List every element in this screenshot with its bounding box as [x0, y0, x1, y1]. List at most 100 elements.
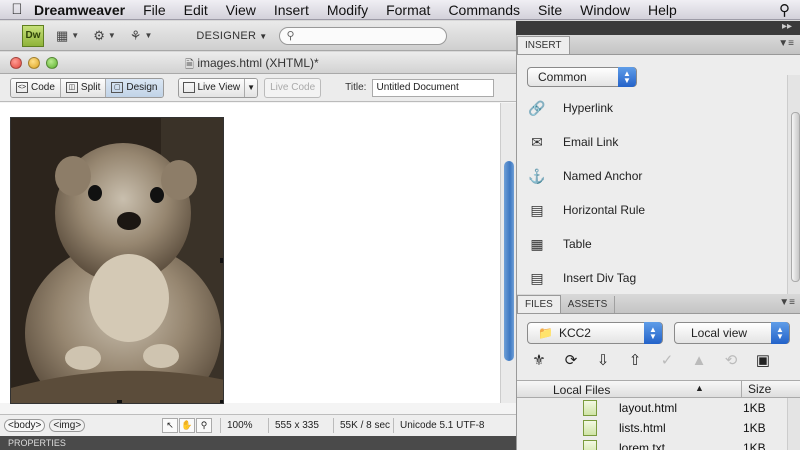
files-toolbar: ⚜ ⟳ ⇩ ⇧ ✓ ▲ ⟲ ▣	[525, 349, 781, 371]
insert-panel-scrollbar[interactable]	[787, 75, 800, 295]
live-view-icon	[182, 82, 195, 93]
select-stepper-icon: ▲ ▼	[771, 322, 789, 344]
zoom-level[interactable]: 100%	[220, 418, 253, 433]
live-code-button[interactable]: Live Code	[264, 77, 322, 98]
folder-icon: 📁	[538, 326, 553, 340]
named-anchor-icon: ⚓	[528, 167, 546, 184]
help-search-input[interactable]: ⚲	[279, 26, 448, 45]
menu-insert[interactable]: Insert	[274, 2, 309, 18]
scrollbar-thumb[interactable]	[504, 161, 514, 361]
insert-panel: Common ▲ ▼ 🔗 Hyperlink ✉ Email Link ⚓ Named …	[517, 55, 800, 295]
pointer-tool-icon[interactable]: ↖	[162, 418, 178, 433]
document-titlebar: 🗎 images.html (XHTML)*	[0, 52, 516, 74]
properties-panel-header[interactable]: PROPERTIES	[0, 436, 516, 450]
tab-files[interactable]: FILES	[517, 295, 561, 313]
insert-item-div-tag[interactable]: ▤ Insert Div Tag	[517, 261, 787, 295]
status-bar: <body> <img> ↖ ✋ ⚲ 100% 555 x 335 55K / …	[0, 414, 516, 436]
window-size[interactable]: 555 x 335	[268, 418, 319, 433]
synchronize-icon[interactable]: ⟲	[717, 349, 745, 371]
files-scrollbar[interactable]	[787, 398, 800, 450]
live-view-button[interactable]: Live View ▼	[177, 77, 259, 98]
insert-item-named-anchor[interactable]: ⚓ Named Anchor	[517, 159, 787, 193]
dreamweaver-logo: Dw	[22, 24, 44, 47]
panel-options-icon[interactable]: ▼≡	[779, 297, 795, 308]
selected-image[interactable]	[10, 117, 224, 404]
select-stepper-icon: ▲ ▼	[644, 322, 662, 344]
menu-commands[interactable]: Commands	[448, 2, 520, 18]
canvas-scrollbar[interactable]	[500, 103, 516, 403]
check-out-icon[interactable]: ✓	[653, 349, 681, 371]
apple-menu-icon[interactable]: 	[0, 1, 34, 18]
menu-view[interactable]: View	[226, 2, 256, 18]
document-title-input[interactable]	[372, 78, 495, 97]
insert-item-hyperlink[interactable]: 🔗 Hyperlink	[517, 91, 787, 125]
view-select[interactable]: Local view ▲ ▼	[674, 322, 790, 344]
connect-icon[interactable]: ⚜	[525, 349, 553, 371]
menu-site[interactable]: Site	[538, 2, 562, 18]
resize-handle-corner[interactable]	[220, 400, 223, 403]
document-toolbar: <> Code ◫ Split ▢ Design Live View ▼ Live C…	[0, 74, 516, 102]
code-icon: <>	[16, 82, 28, 93]
files-table-header: Local Files ▲ Size	[517, 380, 800, 398]
get-files-icon[interactable]: ⇩	[589, 349, 617, 371]
panel-dock-header: ▸▸	[516, 21, 800, 35]
table-icon: ▦	[530, 235, 544, 252]
site-hierarchy-icon[interactable]: ⚘ ▼	[130, 28, 153, 44]
div-tag-icon: ▤	[530, 269, 544, 286]
hand-tool-icon[interactable]: ✋	[179, 418, 195, 433]
menu-edit[interactable]: Edit	[184, 2, 208, 18]
menu-help[interactable]: Help	[648, 2, 677, 18]
file-row[interactable]: lorem.txt 1KB	[517, 438, 787, 450]
menu-format[interactable]: Format	[386, 2, 430, 18]
insert-panel-tabs: INSERT ▼≡	[517, 35, 800, 55]
status-tools: ↖ ✋ ⚲	[162, 418, 213, 433]
tab-assets[interactable]: ASSETS	[561, 296, 616, 313]
gear-icon[interactable]: ⚙ ▼	[93, 28, 116, 44]
workspace-switcher[interactable]: DESIGNER ▼	[196, 30, 267, 42]
insert-item-table[interactable]: ▦ Table	[517, 227, 787, 261]
insert-item-email-link[interactable]: ✉ Email Link	[517, 125, 787, 159]
document-tab-name: images.html (XHTML)*	[197, 56, 319, 70]
design-canvas[interactable]	[0, 103, 500, 404]
panel-options-icon[interactable]: ▼≡	[778, 38, 794, 49]
hyperlink-icon: 🔗	[528, 99, 546, 116]
file-row[interactable]: layout.html 1KB	[517, 398, 787, 418]
column-local-files[interactable]: Local Files	[553, 383, 610, 397]
menu-window[interactable]: Window	[580, 2, 630, 18]
html-file-icon	[583, 400, 597, 416]
check-in-icon[interactable]: ▲	[685, 349, 713, 371]
put-files-icon[interactable]: ⇧	[621, 349, 649, 371]
collapse-panels-icon[interactable]: ▸▸	[782, 21, 792, 32]
text-file-icon	[583, 440, 597, 450]
resize-handle-right[interactable]	[220, 258, 223, 263]
code-view-button[interactable]: <> Code	[11, 78, 61, 97]
file-row[interactable]: lists.html 1KB	[517, 418, 787, 438]
encoding: Unicode 5.1 UTF-8	[393, 418, 484, 433]
site-select[interactable]: 📁 KCC2 ▲ ▼	[527, 322, 663, 344]
tag-selector-img[interactable]: <img>	[49, 419, 86, 432]
split-view-button[interactable]: ◫ Split	[60, 78, 107, 97]
spotlight-search-icon[interactable]: ⚲	[779, 1, 790, 19]
html-file-icon	[583, 420, 597, 436]
menu-modify[interactable]: Modify	[327, 2, 368, 18]
column-size[interactable]: Size	[741, 381, 771, 397]
zoom-tool-icon[interactable]: ⚲	[196, 418, 212, 433]
insert-item-horizontal-rule[interactable]: ▤ Horizontal Rule	[517, 193, 787, 227]
menu-file[interactable]: File	[143, 2, 166, 18]
design-view-button[interactable]: ▢ Design	[106, 78, 163, 97]
menu-bar:  Dreamweaver File Edit View Insert Modi…	[0, 0, 800, 20]
expand-panel-icon[interactable]: ▣	[749, 349, 777, 371]
refresh-icon[interactable]: ⟳	[557, 349, 585, 371]
tag-selector-body[interactable]: <body>	[4, 419, 46, 432]
resize-handle-bottom[interactable]	[117, 400, 122, 403]
insert-category-select[interactable]: Common ▲ ▼	[527, 67, 637, 87]
scrollbar-thumb[interactable]	[791, 112, 800, 282]
files-panel-tabs: FILES ASSETS ▼≡	[517, 294, 800, 314]
tab-insert[interactable]: INSERT	[517, 36, 570, 54]
sort-ascending-icon[interactable]: ▲	[695, 383, 704, 393]
document-window: 🗎 images.html (XHTML)* <> Code ◫ Split ▢ De…	[0, 52, 516, 450]
layout-menu-icon[interactable]: ▦ ▼	[56, 28, 79, 44]
app-menu[interactable]: Dreamweaver	[34, 2, 125, 18]
files-panel: FILES ASSETS ▼≡ 📁 KCC2 ▲ ▼ Local view ▲ ▼ …	[517, 294, 800, 450]
chevron-down-icon[interactable]: ▼	[245, 78, 258, 97]
